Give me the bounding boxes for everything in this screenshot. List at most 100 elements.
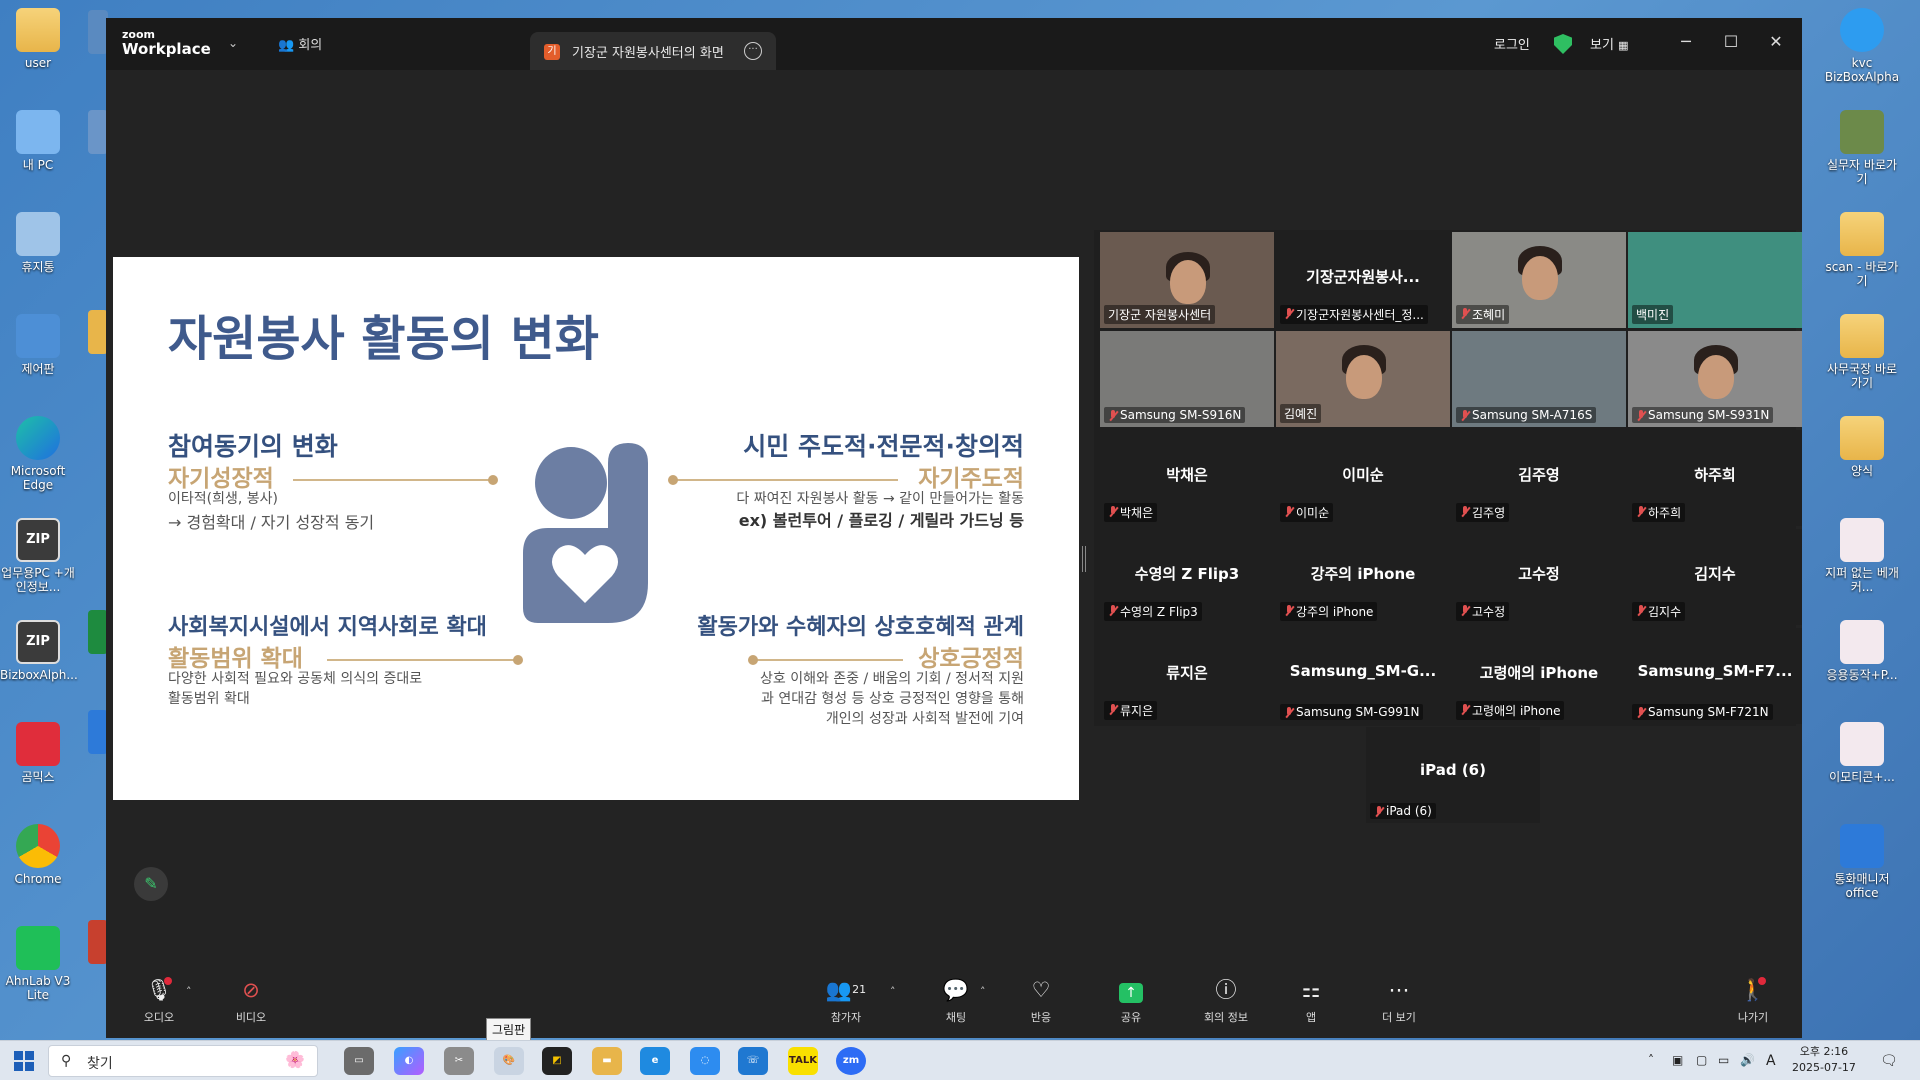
minimize-icon[interactable]: ─ [1671, 32, 1701, 51]
share-screen-tab[interactable]: 기 기장군 자원봉사센터의 화면 ··· [530, 32, 776, 70]
folder-icon [1840, 314, 1884, 358]
desktop-icon-doc[interactable]: 이모티콘+... [1824, 722, 1900, 784]
participant-name-label: iPad (6) [1370, 803, 1436, 819]
paint-icon[interactable]: 🎨 [494, 1047, 524, 1075]
participant-name: Samsung SM-S916N [1120, 408, 1242, 422]
apps-button[interactable]: ⚏ 앱 [1276, 973, 1346, 1025]
chevron-up-icon[interactable]: ˄ [980, 985, 986, 998]
participants-button[interactable]: 👥21 참가자 [811, 973, 881, 1025]
desktop-icon-chrome[interactable]: Chrome [0, 824, 76, 886]
participant-name: Samsung SM-F721N [1648, 705, 1769, 719]
desktop-icon-pc[interactable]: 내 PC [0, 110, 76, 172]
volume-icon[interactable]: 🔊 [1740, 1053, 1755, 1067]
participant-tile[interactable]: 기장군 자원봉사센터 [1100, 232, 1274, 328]
participant-tile[interactable]: 박채은 박채은 [1100, 430, 1274, 526]
taskbar-search-box[interactable]: ⚲ 찾기 🌸 [48, 1045, 318, 1077]
splitter-handle[interactable] [1082, 546, 1086, 572]
video-button[interactable]: ⊘ 비디오 [216, 973, 286, 1025]
desktop-icon-v3[interactable]: AhnLab V3 Lite [0, 926, 76, 1002]
desktop-icon-chat[interactable]: kvc BizBoxAlpha [1824, 8, 1900, 84]
chevron-up-icon[interactable]: ˄ [186, 985, 192, 998]
participant-tile[interactable]: 이미순 이미순 [1276, 430, 1450, 526]
participant-tile[interactable]: Samsung SM-S916N [1100, 331, 1274, 427]
participant-tile[interactable]: 수영의 Z Flip3 수영의 Z Flip3 [1100, 529, 1274, 625]
react-button[interactable]: ♡ 반응 [1006, 973, 1076, 1025]
chevron-up-icon[interactable]: ˄ [890, 985, 896, 998]
desktop-icon-zip[interactable]: ZIP BizboxAlph... [0, 620, 78, 682]
participant-tile[interactable]: Samsung_SM-G... Samsung SM-G991N [1276, 628, 1450, 724]
task-view-icon[interactable]: ▭ [344, 1047, 374, 1075]
meeting-menu[interactable]: 👥 회의 [278, 34, 322, 53]
participant-tile[interactable]: 류지은 류지은 [1100, 628, 1274, 724]
login-button[interactable]: 로그인 [1494, 34, 1530, 53]
more-icon[interactable]: ··· [744, 42, 762, 60]
snipping-tool-icon[interactable]: ✂ [444, 1047, 474, 1075]
participant-tile[interactable]: 김예진 [1276, 331, 1450, 427]
participant-name: 조혜미 [1472, 308, 1506, 322]
participant-tile[interactable]: iPad (6) iPad (6) [1366, 727, 1540, 823]
taskbar-clock[interactable]: 오후 2:16 2025-07-17 [1792, 1044, 1856, 1076]
desktop-icon-gom[interactable]: 곰믹스 [0, 722, 76, 784]
desktop-icon-zip[interactable]: ZIP 업무용PC +개인정보... [0, 518, 76, 594]
share-tab-label: 기장군 자원봉사센터의 화면 [572, 46, 724, 61]
desktop-icon-edge[interactable]: Microsoft Edge [0, 416, 76, 492]
share-button[interactable]: ↑ 공유 [1096, 973, 1166, 1025]
more-button[interactable]: ⋯ 더 보기 [1364, 973, 1434, 1025]
participant-tile[interactable]: Samsung SM-S931N [1628, 331, 1802, 427]
zoom-taskbar-icon[interactable]: zm [836, 1047, 866, 1075]
file-explorer-icon[interactable]: ▬ [592, 1047, 622, 1075]
edge-icon[interactable]: e [640, 1047, 670, 1075]
participant-tile[interactable]: 강주의 iPhone 강주의 iPhone [1276, 529, 1450, 625]
close-icon[interactable]: ✕ [1761, 32, 1791, 51]
participant-tile[interactable]: Samsung_SM-F7... Samsung SM-F721N [1628, 628, 1802, 724]
desktop-icon-kt[interactable]: 통화매니저 office [1824, 824, 1900, 900]
desktop-icon-doc[interactable]: 지퍼 없는 베개 커... [1824, 518, 1900, 594]
desktop-icon-folder[interactable]: 사무국장 바로가기 [1824, 314, 1900, 390]
windows-start-icon[interactable] [14, 1051, 34, 1071]
grid-view-icon: ▦ [1618, 39, 1629, 52]
participant-name: 김주영 [1472, 506, 1506, 520]
participant-name-label: 기장군자원봉사센터_정... [1280, 305, 1428, 324]
copilot-icon[interactable]: ◐ [394, 1047, 424, 1075]
desktop-icon-folder[interactable]: scan - 바로가기 [1824, 212, 1900, 288]
input-language-indicator[interactable]: A [1766, 1053, 1776, 1069]
desktop-icon-label: 휴지통 [21, 260, 55, 274]
participant-tile[interactable]: 기장군자원봉사... 기장군자원봉사센터_정... [1276, 232, 1450, 328]
meeting-info-button[interactable]: ⓘ 회의 정보 [1191, 973, 1261, 1025]
desktop-icon-bin[interactable]: 휴지통 [0, 212, 76, 274]
participant-tile[interactable]: 김주영 김주영 [1452, 430, 1626, 526]
display-icon[interactable]: ▭ [1718, 1053, 1729, 1067]
participant-tile[interactable]: 백미진 [1628, 232, 1802, 328]
desktop-icon-doc[interactable]: 응용동작+P... [1824, 620, 1900, 682]
participant-tile[interactable]: 조혜미 [1452, 232, 1626, 328]
participant-tile[interactable]: 김지수 김지수 [1628, 529, 1802, 625]
desktop-icon-panel[interactable]: 제어판 [0, 314, 76, 376]
kakaotalk-icon[interactable]: TALK [788, 1047, 818, 1075]
participant-tile[interactable]: 고수정 고수정 [1452, 529, 1626, 625]
security-shield-icon[interactable] [1554, 34, 1572, 54]
participant-tile[interactable]: Samsung SM-A716S [1452, 331, 1626, 427]
leave-button[interactable]: 🚶 나가기 [1718, 973, 1788, 1025]
sticky-notes-icon[interactable]: ◩ [542, 1047, 572, 1075]
phone-manager-icon[interactable]: ☏ [738, 1047, 768, 1075]
tray-overflow-icon[interactable]: ˄ [1648, 1053, 1654, 1067]
annotate-pen-icon[interactable]: ✎ [134, 867, 168, 901]
participant-tile[interactable]: 고령애의 iPhone 고령애의 iPhone [1452, 628, 1626, 724]
mic-muted-icon [1460, 704, 1470, 716]
audio-button[interactable]: 🎙 오디오 [124, 973, 194, 1025]
tray-app-icon[interactable]: ▢ [1696, 1053, 1707, 1067]
chat-button[interactable]: 💬 채팅 [921, 973, 991, 1025]
notification-icon[interactable]: 🗨 [1880, 1053, 1898, 1069]
messenger-icon[interactable]: ◌ [690, 1047, 720, 1075]
desktop-icon-folder[interactable]: user [0, 8, 76, 70]
tray-app-icon[interactable]: ▣ [1672, 1053, 1683, 1067]
maximize-icon[interactable]: ☐ [1716, 32, 1746, 51]
view-button[interactable]: 보기 ▦ [1590, 34, 1628, 53]
chevron-down-icon[interactable]: ⌄ [228, 36, 238, 50]
participant-tile[interactable]: 하주희 하주희 [1628, 430, 1802, 526]
participant-name-large: 고수정 [1518, 565, 1560, 583]
connector-line [753, 659, 903, 661]
connector-dot [513, 655, 523, 665]
desktop-icon-person[interactable]: 실무자 바로가기 [1824, 110, 1900, 186]
desktop-icon-folder[interactable]: 양식 [1824, 416, 1900, 478]
